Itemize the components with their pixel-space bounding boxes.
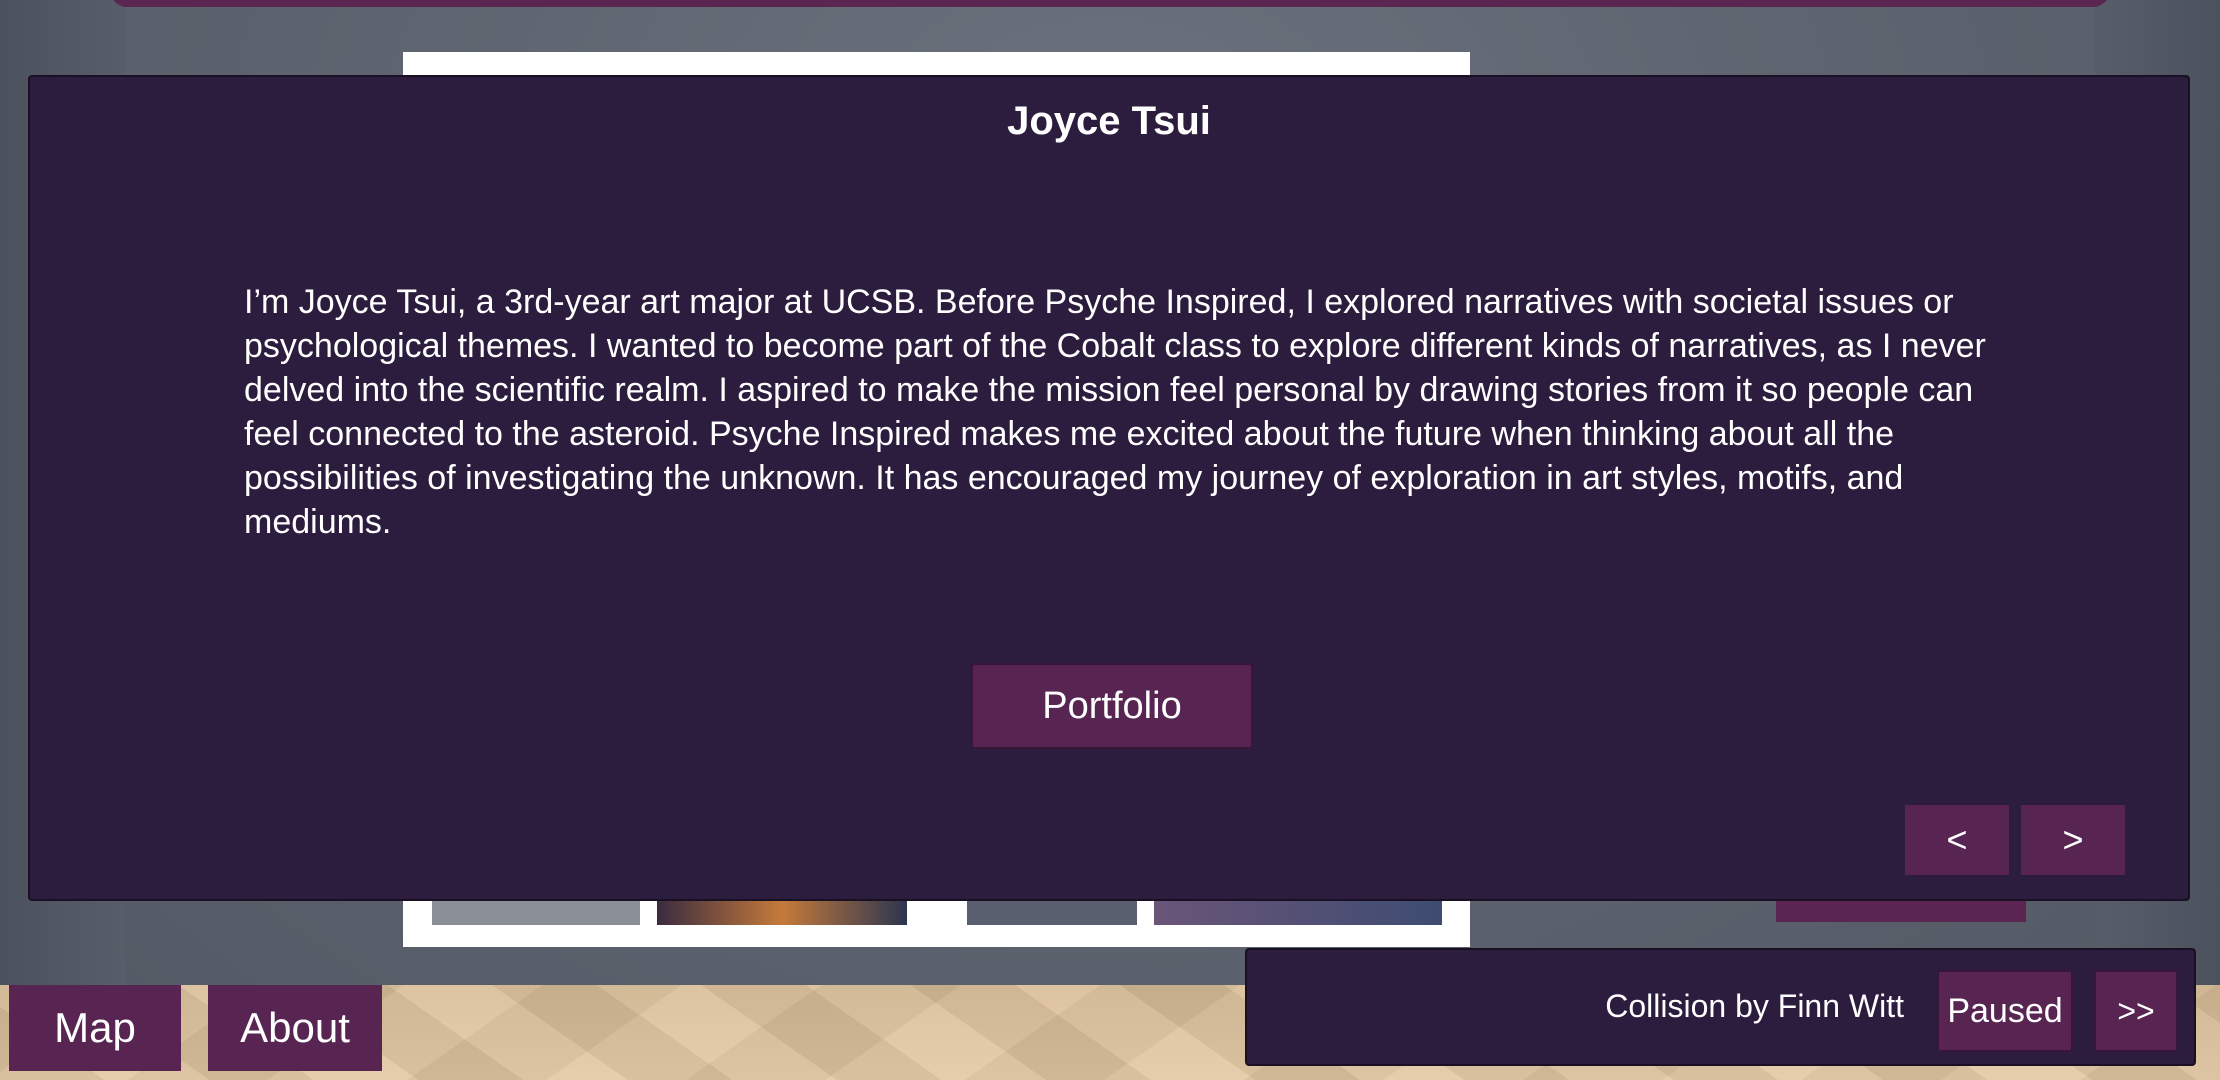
previous-artist-button[interactable]: < [1905,805,2009,875]
gallery-scene: Joyce Tsui I’m Joyce Tsui, a 3rd-year ar… [0,0,2220,1080]
next-artist-button[interactable]: > [2021,805,2125,875]
ceiling-trim [110,0,2110,7]
map-button[interactable]: Map [9,985,181,1071]
track-title: Collision by Finn Witt [1605,988,1904,1024]
artist-name-title: Joyce Tsui [1007,99,1211,143]
artist-bio-text: I’m Joyce Tsui, a 3rd-year art major at … [244,283,1986,541]
artist-bio-modal: Joyce Tsui I’m Joyce Tsui, a 3rd-year ar… [28,75,2190,901]
about-button[interactable]: About [208,985,382,1071]
portfolio-button[interactable]: Portfolio [971,663,1253,749]
play-pause-button[interactable]: Paused [1937,970,2073,1052]
music-player-bar: Collision by Finn Witt Paused >> [1245,948,2196,1066]
skip-track-button[interactable]: >> [2094,970,2178,1052]
